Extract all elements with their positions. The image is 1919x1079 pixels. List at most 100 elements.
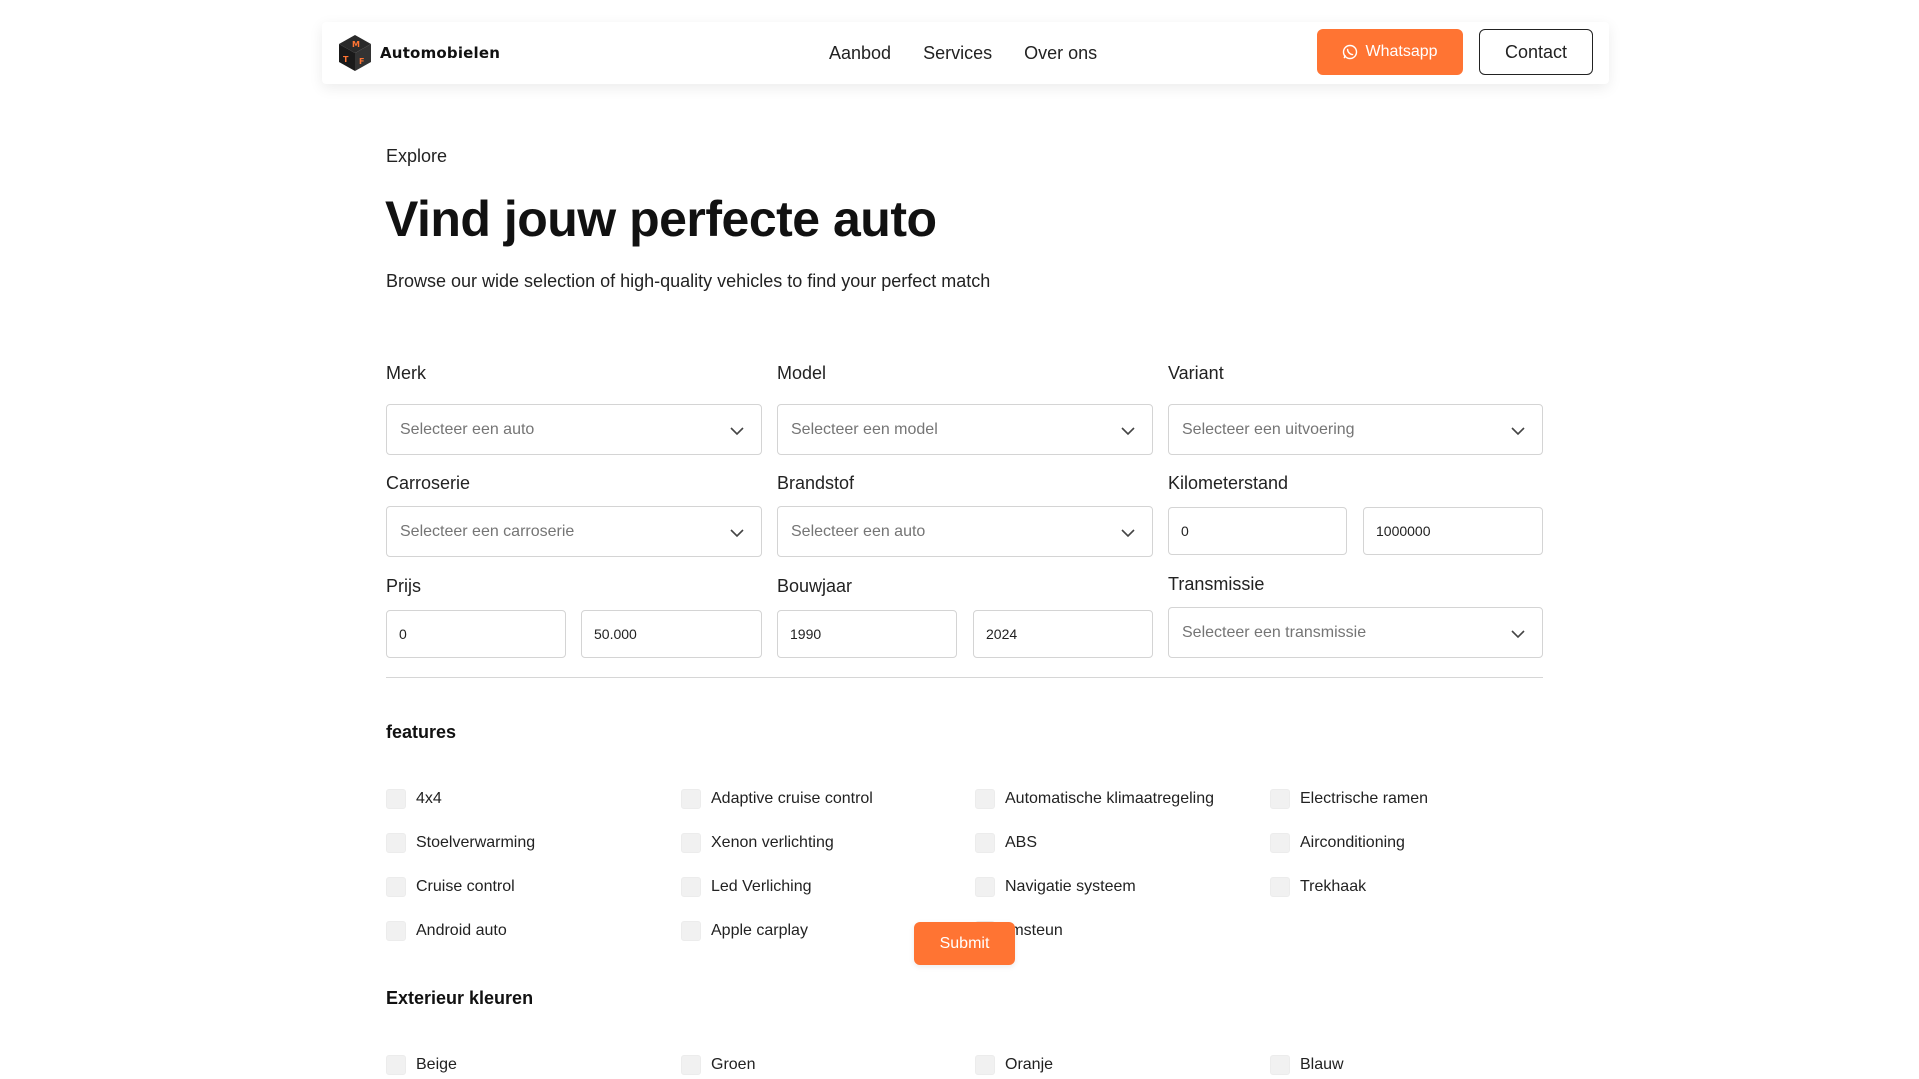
- kilometerstand-max-input[interactable]: 1000000: [1363, 507, 1543, 555]
- transmissie-select[interactable]: Selecteer een transmissie: [1168, 607, 1543, 658]
- chevron-down-icon: [1511, 630, 1525, 639]
- chevron-down-icon: [730, 529, 744, 538]
- feature-checkbox-trekhaak[interactable]: Trekhaak: [1270, 877, 1366, 897]
- svg-text:M: M: [352, 40, 360, 49]
- page-title: Vind jouw perfecte auto: [385, 191, 937, 247]
- whatsapp-icon: [1343, 44, 1358, 60]
- whatsapp-label: Whatsapp: [1365, 43, 1438, 60]
- divider: [386, 677, 1543, 678]
- checkbox-label: Stoelverwarming: [416, 834, 536, 851]
- checkbox[interactable]: [386, 1055, 406, 1075]
- navbar: M T F Automobielen Aanbod Services Over …: [322, 22, 1609, 84]
- checkbox[interactable]: [386, 877, 406, 897]
- checkbox-label: Led Verliching: [711, 878, 812, 895]
- color-checkbox-blauw[interactable]: Blauw: [1270, 1055, 1344, 1075]
- checkbox-label: 4x4: [416, 790, 442, 807]
- nav-link-aanbod[interactable]: Aanbod: [829, 43, 891, 64]
- checkbox[interactable]: [681, 921, 701, 941]
- model-select[interactable]: Selecteer een model: [777, 404, 1153, 455]
- merk-select[interactable]: Selecteer een auto: [386, 404, 762, 455]
- color-checkbox-groen[interactable]: Groen: [681, 1055, 755, 1075]
- checkbox[interactable]: [1270, 877, 1290, 897]
- model-placeholder: Selecteer een model: [791, 420, 938, 438]
- prijs-label: Prijs: [386, 576, 421, 596]
- feature-checkbox-cruise-control[interactable]: Cruise control: [386, 877, 515, 897]
- prijs-min-input[interactable]: 0: [386, 610, 566, 658]
- checkbox[interactable]: [975, 789, 995, 809]
- feature-checkbox-automatische-klimaatregeling[interactable]: Automatische klimaatregeling: [975, 789, 1214, 809]
- variant-select[interactable]: Selecteer een uitvoering: [1168, 404, 1543, 455]
- checkbox[interactable]: [386, 921, 406, 941]
- checkbox[interactable]: [975, 1055, 995, 1075]
- exterieur-title: Exterieur kleuren: [386, 988, 534, 1008]
- brandstof-select[interactable]: Selecteer een auto: [777, 506, 1153, 557]
- checkbox-label: Airconditioning: [1300, 834, 1405, 851]
- chevron-down-icon: [730, 427, 744, 436]
- kilometerstand-label: Kilometerstand: [1168, 473, 1289, 493]
- feature-checkbox-navigatie-systeem[interactable]: Navigatie systeem: [975, 877, 1136, 897]
- checkbox-label: Navigatie systeem: [1005, 878, 1136, 895]
- nav-link-services[interactable]: Services: [923, 43, 992, 64]
- color-checkbox-oranje[interactable]: Oranje: [975, 1055, 1053, 1075]
- model-label: Model: [777, 363, 827, 383]
- checkbox-label: Apple carplay: [711, 922, 808, 939]
- checkbox[interactable]: [975, 833, 995, 853]
- feature-checkbox-xenon-verlichting[interactable]: Xenon verlichting: [681, 833, 834, 853]
- checkbox-label: Electrische ramen: [1300, 790, 1429, 807]
- checkbox[interactable]: [681, 789, 701, 809]
- prijs-max-input[interactable]: 50.000: [581, 610, 762, 658]
- feature-checkbox-stoelverwarming[interactable]: Stoelverwarming: [386, 833, 535, 853]
- color-checkbox-beige[interactable]: Beige: [386, 1055, 457, 1075]
- checkbox[interactable]: [386, 833, 406, 853]
- feature-checkbox-android-auto[interactable]: Android auto: [386, 921, 507, 941]
- contact-button[interactable]: Contact: [1479, 29, 1593, 75]
- feature-checkbox-4x4[interactable]: 4x4: [386, 789, 442, 809]
- checkbox[interactable]: [681, 833, 701, 853]
- features-title: features: [386, 722, 457, 742]
- kilometerstand-min-input[interactable]: 0: [1168, 507, 1347, 555]
- carroserie-label: Carroserie: [386, 473, 471, 493]
- transmissie-label: Transmissie: [1168, 574, 1265, 594]
- merk-label: Merk: [386, 363, 426, 383]
- checkbox-label: Trekhaak: [1300, 878, 1367, 895]
- checkbox-label: Automatische klimaatregeling: [1005, 790, 1214, 807]
- variant-placeholder: Selecteer een uitvoering: [1182, 420, 1355, 438]
- checkbox[interactable]: [681, 1055, 701, 1075]
- whatsapp-button[interactable]: Whatsapp: [1317, 29, 1463, 75]
- bouwjaar-min-input[interactable]: 1990: [777, 610, 957, 658]
- checkbox[interactable]: [1270, 789, 1290, 809]
- checkbox[interactable]: [681, 877, 701, 897]
- brandstof-label: Brandstof: [777, 473, 855, 493]
- submit-button[interactable]: Submit: [914, 922, 1015, 965]
- checkbox-label: Groen: [711, 1056, 756, 1073]
- page-subtitle: Browse our wide selection of high-qualit…: [386, 271, 991, 291]
- checkbox-label: Blauw: [1300, 1056, 1344, 1073]
- feature-checkbox-airconditioning[interactable]: Airconditioning: [1270, 833, 1405, 853]
- checkbox-label: Android auto: [416, 922, 507, 939]
- nav-link-over-ons[interactable]: Over ons: [1024, 43, 1097, 64]
- carroserie-placeholder: Selecteer een carroserie: [400, 522, 575, 540]
- nav-links: Aanbod Services Over ons: [829, 22, 1129, 84]
- carroserie-select[interactable]: Selecteer een carroserie: [386, 506, 762, 557]
- transmissie-placeholder: Selecteer een transmissie: [1182, 623, 1367, 641]
- svg-text:T: T: [343, 55, 349, 64]
- chevron-down-icon: [1121, 529, 1135, 538]
- feature-checkbox-electrische-ramen[interactable]: Electrische ramen: [1270, 789, 1428, 809]
- checkbox[interactable]: [975, 877, 995, 897]
- checkbox-label: Oranje: [1005, 1056, 1054, 1073]
- checkbox[interactable]: [1270, 1055, 1290, 1075]
- checkbox[interactable]: [386, 789, 406, 809]
- bouwjaar-max-input[interactable]: 2024: [973, 610, 1153, 658]
- chevron-down-icon: [1511, 427, 1525, 436]
- feature-checkbox-led-verliching[interactable]: Led Verliching: [681, 877, 812, 897]
- feature-checkbox-adaptive-cruise-control[interactable]: Adaptive cruise control: [681, 789, 873, 809]
- brand-logo[interactable]: M T F Automobielen: [338, 33, 500, 73]
- checkbox-label: Xenon verlichting: [711, 834, 834, 851]
- brandstof-placeholder: Selecteer een auto: [791, 522, 926, 540]
- feature-checkbox-abs[interactable]: ABS: [975, 833, 1037, 853]
- cube-logo-icon: M T F: [339, 35, 371, 71]
- checkbox[interactable]: [1270, 833, 1290, 853]
- bouwjaar-label: Bouwjaar: [777, 576, 853, 596]
- feature-checkbox-apple-carplay[interactable]: Apple carplay: [681, 921, 808, 941]
- checkbox-label: Adaptive cruise control: [711, 790, 873, 807]
